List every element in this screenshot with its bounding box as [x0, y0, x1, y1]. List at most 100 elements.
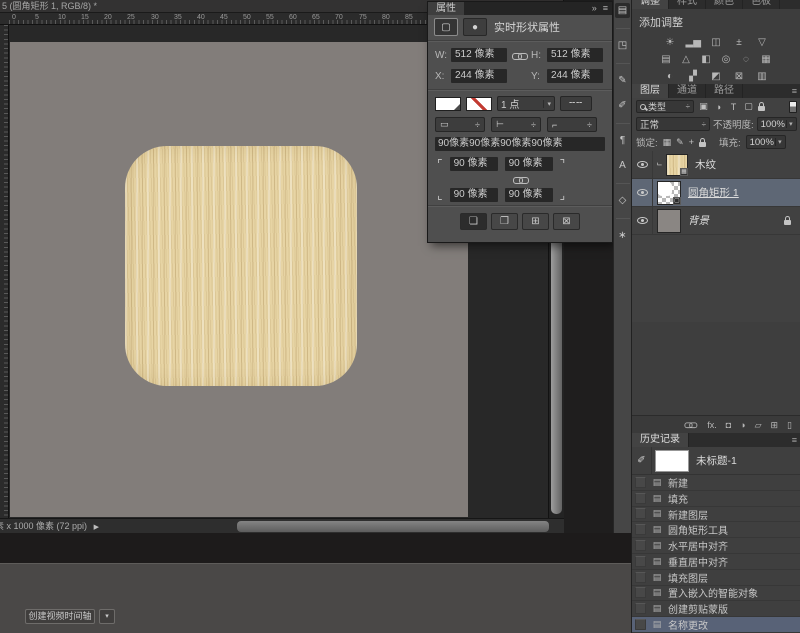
history-step-selected[interactable]: ▤ 名称更改 [632, 617, 800, 633]
history-source-checkbox[interactable] [635, 493, 646, 504]
new-layer-icon[interactable]: ⊞ [771, 416, 779, 434]
selective-color-icon[interactable]: ⊠ [732, 70, 747, 83]
horizontal-scrollbar[interactable] [237, 521, 549, 532]
blend-mode-select[interactable]: 正常 ÷ [636, 117, 710, 131]
posterize-icon[interactable]: ▞ [686, 70, 701, 83]
vertical-ruler[interactable] [0, 25, 9, 518]
history-step[interactable]: ▤ 水平居中对齐 [632, 538, 800, 554]
vibrance-icon[interactable]: ▽ [755, 36, 770, 49]
status-popup-arrow[interactable]: ▶ [94, 524, 99, 531]
filter-type-layers-icon[interactable]: T [728, 102, 739, 112]
layer-name[interactable]: 木纹 [695, 157, 716, 172]
history-step[interactable]: ▤ 垂直居中对齐 [632, 554, 800, 570]
brightness-contrast-icon[interactable]: ☀ [663, 36, 678, 49]
visibility-cell[interactable] [632, 151, 653, 178]
link-layers-icon[interactable] [685, 422, 697, 428]
gradient-map-icon[interactable]: ▥ [755, 70, 770, 83]
history-source-checkbox[interactable] [635, 477, 646, 488]
exposure-icon[interactable]: ± [732, 36, 747, 49]
history-source-checkbox[interactable] [635, 619, 646, 630]
link-dimensions-icon[interactable] [512, 52, 527, 59]
layer-thumbnail[interactable] [657, 209, 681, 233]
radius-top-right-field[interactable]: 90 像素 [505, 157, 553, 171]
tab-styles[interactable]: 样式 [669, 0, 706, 9]
stroke-type-button[interactable]: ╌╌ [560, 96, 592, 111]
corner-radius-summary-field[interactable]: 90像素90像素90像素90像素 [435, 137, 605, 151]
color-balance-icon[interactable]: △ [679, 53, 694, 66]
color-lookup-icon[interactable]: ▦ [759, 53, 774, 66]
layer-style-icon[interactable]: fx. [707, 416, 717, 434]
new-group-icon[interactable]: ▱ [755, 416, 762, 434]
fill-field[interactable]: 100% ▾ [746, 135, 786, 149]
radius-bottom-left-field[interactable]: 90 像素 [450, 188, 498, 202]
panel-menu-icon[interactable]: ≡ [792, 433, 800, 447]
threshold-icon[interactable]: ◩ [709, 70, 724, 83]
character-dock-icon[interactable]: A [615, 158, 630, 173]
curves-icon[interactable]: ◫ [709, 36, 724, 49]
tab-channels[interactable]: 通道 [669, 84, 706, 98]
history-source-checkbox[interactable] [635, 603, 646, 614]
filter-shape-layers-icon[interactable]: ▢ [743, 101, 754, 112]
tab-adjustments[interactable]: 调整 [632, 0, 669, 9]
filter-adjustment-layers-icon[interactable]: ◑ [713, 102, 724, 112]
3d-dock-icon[interactable]: ◇ [615, 193, 630, 208]
eye-icon[interactable] [637, 189, 648, 196]
black-white-icon[interactable]: ◧ [699, 53, 714, 66]
live-shape-icon-button[interactable]: ▢ [434, 18, 458, 36]
pathfinder-subtract-button[interactable]: ❐ [491, 213, 518, 230]
new-adjustment-layer-icon[interactable]: ◑ [740, 416, 745, 434]
history-source-checkbox[interactable] [635, 540, 646, 551]
visibility-cell[interactable] [632, 179, 653, 206]
filter-switch[interactable] [789, 101, 797, 113]
link-radii-icon[interactable] [513, 176, 528, 183]
layer-name[interactable]: 圆角矩形 1 [688, 185, 739, 200]
layer-row-background[interactable]: 背景 [632, 207, 800, 235]
history-step[interactable]: ▤ 新建 [632, 475, 800, 491]
width-field[interactable]: 512 像素 [451, 48, 507, 62]
history-step[interactable]: ▤ 圆角矩形工具 [632, 522, 800, 538]
stroke-corner-select[interactable]: ⌐ ÷ [547, 117, 597, 132]
y-field[interactable]: 244 像素 [547, 69, 603, 83]
add-layer-mask-icon[interactable]: ◘ [726, 416, 731, 434]
radius-bottom-right-field[interactable]: 90 像素 [505, 188, 553, 202]
lock-image-pixels-icon[interactable]: ✎ [676, 137, 684, 148]
lock-transparent-pixels-icon[interactable]: ▦ [663, 137, 672, 148]
canvas[interactable] [10, 42, 468, 517]
paragraph-dock-icon[interactable]: ¶ [615, 133, 630, 148]
levels-icon[interactable]: ▂▅ [686, 36, 701, 49]
history-step[interactable]: ▤ 创建剪贴蒙版 [632, 601, 800, 617]
stroke-width-select[interactable]: 1 点 ▾ [497, 96, 555, 111]
panel-menu-icon[interactable]: ≡ [603, 2, 608, 15]
ellipse-icon-button[interactable]: ● [463, 18, 487, 36]
filter-smart-objects-icon[interactable] [758, 106, 765, 111]
eye-icon[interactable] [637, 161, 648, 168]
eye-icon[interactable] [637, 217, 648, 224]
layer-thumbnail[interactable]: ▦ [666, 154, 688, 176]
opacity-field[interactable]: 100% ▾ [757, 117, 797, 131]
x-field[interactable]: 244 像素 [451, 69, 507, 83]
collapse-panel-icon[interactable]: » [592, 2, 597, 15]
tab-history[interactable]: 历史记录 [632, 433, 689, 447]
stroke-cap-select[interactable]: ⊢ ÷ [491, 117, 541, 132]
brushes-dock-icon[interactable]: ✎ [615, 73, 630, 88]
delete-layer-icon[interactable]: ▯ [787, 416, 792, 434]
pathfinder-combine-button[interactable]: ❏ [460, 213, 487, 230]
layer-row-rounded-rectangle[interactable]: ▢ 圆角矩形 1 [632, 179, 800, 207]
history-snapshot-row[interactable]: ✐ 未标题-1 [632, 447, 800, 475]
history-source-checkbox[interactable] [635, 556, 646, 567]
tab-layers[interactable]: 图层 [632, 84, 669, 98]
history-source-checkbox[interactable] [635, 508, 646, 519]
info-dock-icon[interactable]: ◳ [615, 38, 630, 53]
tab-color[interactable]: 颜色 [706, 0, 743, 9]
pathfinder-intersect-button[interactable]: ⊞ [522, 213, 549, 230]
history-brush-source-icon[interactable]: ✐ [632, 447, 652, 474]
layer-thumbnail[interactable]: ▢ [657, 181, 681, 205]
visibility-cell[interactable] [632, 207, 653, 234]
radius-top-left-field[interactable]: 90 像素 [450, 157, 498, 171]
height-field[interactable]: 512 像素 [547, 48, 603, 62]
hue-saturation-icon[interactable]: ▤ [659, 53, 674, 66]
create-video-timeline-button[interactable]: 创建视频时间轴 [25, 609, 95, 624]
stroke-swatch[interactable] [466, 97, 492, 111]
history-step[interactable]: ▤ 新建图层 [632, 507, 800, 523]
layer-name[interactable]: 背景 [688, 213, 709, 228]
